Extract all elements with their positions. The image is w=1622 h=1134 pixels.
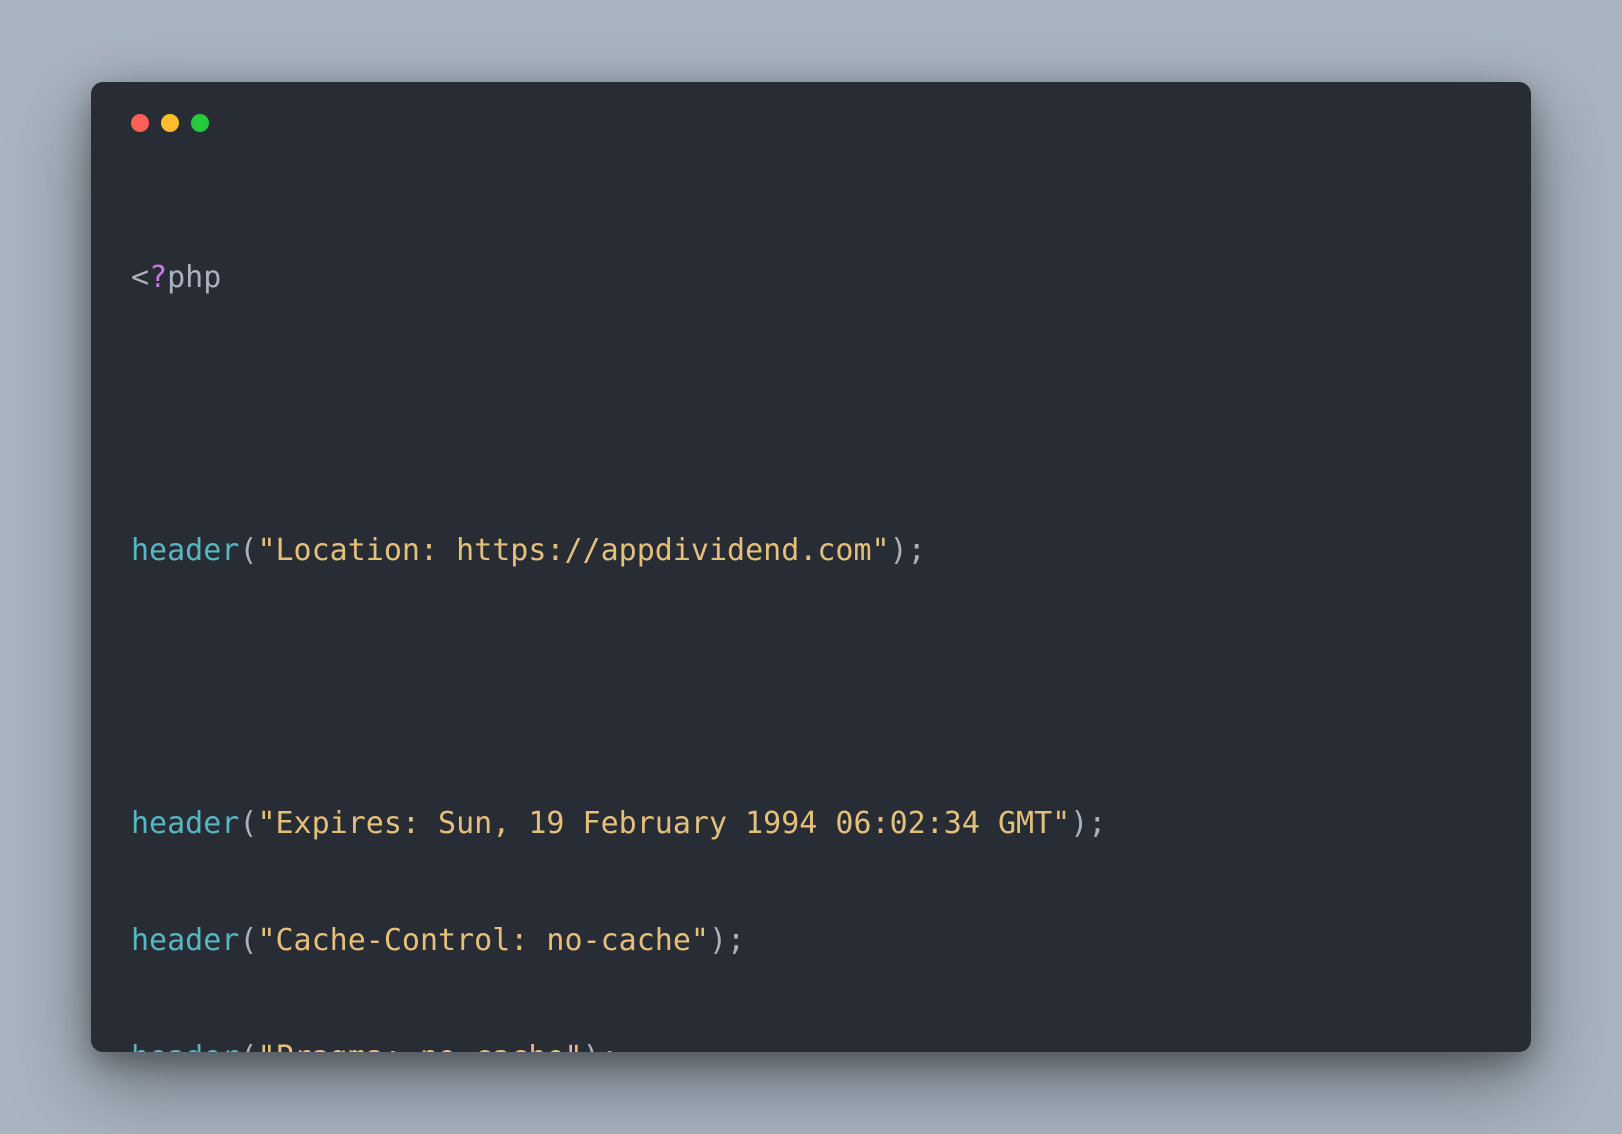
close-paren: ) — [890, 533, 908, 568]
code-line-3: header("Cache-Control: no-cache"); — [131, 921, 1491, 960]
function-name: header — [131, 1040, 239, 1052]
semicolon: ; — [727, 923, 745, 958]
string-literal: "Location: https://appdividend.com" — [257, 533, 889, 568]
semicolon: ; — [908, 533, 926, 568]
php-keyword: php — [167, 260, 221, 295]
open-paren: ( — [239, 923, 257, 958]
close-paren: ) — [1070, 806, 1088, 841]
semicolon: ; — [601, 1040, 619, 1052]
question-mark: ? — [149, 260, 167, 295]
open-bracket: < — [131, 260, 149, 295]
function-name: header — [131, 923, 239, 958]
code-line-4: header("Pragma: no-cache"); — [131, 1038, 1491, 1052]
code-window: <?php header("Location: https://appdivid… — [91, 82, 1531, 1052]
string-literal: "Pragma: no-cache" — [257, 1040, 582, 1052]
code-line-1: header("Location: https://appdividend.co… — [131, 531, 1491, 570]
code-block: <?php header("Location: https://appdivid… — [131, 180, 1491, 1052]
string-literal: "Expires: Sun, 19 February 1994 06:02:34… — [257, 806, 1070, 841]
open-paren: ( — [239, 533, 257, 568]
close-paren: ) — [583, 1040, 601, 1052]
maximize-icon[interactable] — [191, 114, 209, 132]
open-paren: ( — [239, 1040, 257, 1052]
php-open-tag: <?php — [131, 258, 1491, 297]
blank-line — [131, 648, 1491, 726]
function-name: header — [131, 533, 239, 568]
function-name: header — [131, 806, 239, 841]
open-paren: ( — [239, 806, 257, 841]
blank-line — [131, 375, 1491, 453]
traffic-lights — [131, 114, 1491, 132]
string-literal: "Cache-Control: no-cache" — [257, 923, 709, 958]
code-line-2: header("Expires: Sun, 19 February 1994 0… — [131, 804, 1491, 843]
semicolon: ; — [1088, 806, 1106, 841]
minimize-icon[interactable] — [161, 114, 179, 132]
close-paren: ) — [709, 923, 727, 958]
close-icon[interactable] — [131, 114, 149, 132]
